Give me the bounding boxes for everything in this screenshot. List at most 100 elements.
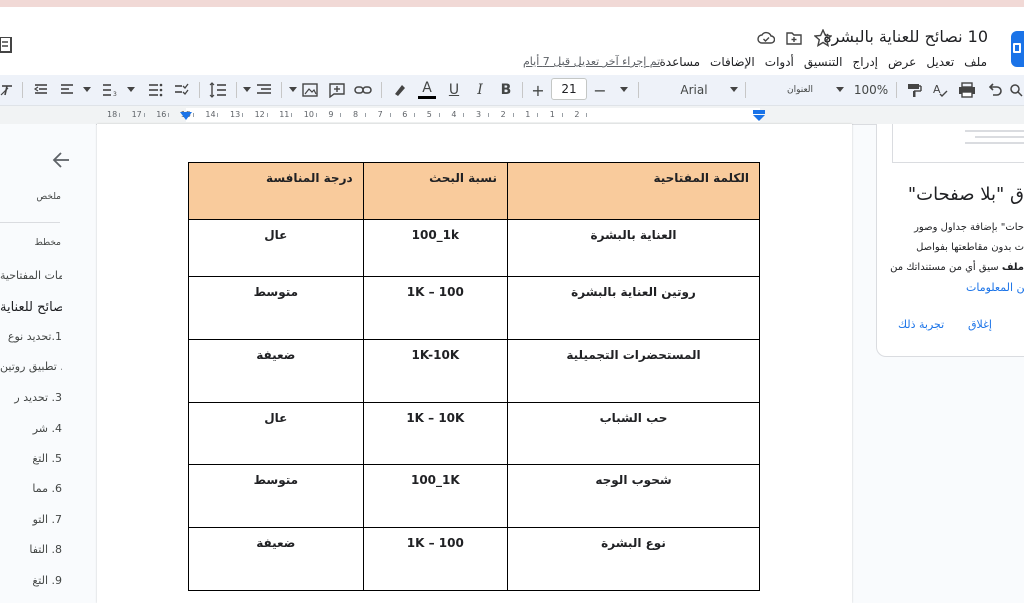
outline-item[interactable]: 5. التغ — [0, 452, 62, 465]
line-spacing-icon[interactable] — [206, 79, 230, 101]
cell-keyword[interactable]: المستحضرات التجميلية — [507, 339, 760, 403]
decrease-font-size-button[interactable]: − — [590, 79, 610, 101]
menu-help[interactable]: مساعدة — [655, 55, 706, 69]
chevron-down-icon[interactable] — [728, 79, 740, 101]
cell-search-volume[interactable]: 1K – 100 — [362, 527, 509, 591]
ruler-tick — [537, 113, 539, 117]
share-button[interactable] — [1011, 31, 1024, 67]
back-arrow-icon[interactable] — [52, 152, 70, 168]
font-family-select[interactable]: Arial — [680, 79, 708, 101]
highlight-color-icon[interactable] — [390, 79, 410, 101]
cell-competition[interactable]: ضعيفة — [188, 527, 364, 591]
search-menus-icon[interactable] — [1008, 79, 1024, 101]
undo-icon[interactable] — [984, 79, 1006, 101]
outline-item[interactable]: 1.تحديد نوع — [0, 330, 62, 343]
cell-search-volume[interactable]: 100_1k — [362, 219, 509, 277]
text-color-button[interactable]: A — [416, 79, 438, 101]
cell-keyword[interactable]: روتين العناية بالبشرة — [507, 276, 760, 340]
menu-extensions[interactable]: الإضافات — [705, 55, 760, 69]
cell-competition[interactable]: متوسط — [188, 276, 364, 340]
chevron-down-icon[interactable] — [288, 79, 298, 101]
add-comment-icon[interactable] — [326, 79, 348, 101]
outline-item[interactable]: 2. تطبيق روتين — [0, 360, 62, 373]
cell-search-volume[interactable]: 1K – 100 — [362, 276, 509, 340]
rtl-direction-icon[interactable] — [30, 79, 52, 101]
left-indent-marker[interactable] — [180, 112, 192, 122]
outline-item[interactable]: الكلمات المفتاحية — [0, 269, 62, 282]
table-row: شحوب الوجه 100_1K متوسط — [188, 464, 760, 528]
cloud-saved-icon[interactable] — [757, 29, 775, 47]
bulleted-list-icon[interactable] — [144, 79, 166, 101]
last-edit-link[interactable]: تم إجراء آخر تعديل قبل 7 أيام — [523, 55, 660, 68]
increase-font-size-button[interactable]: + — [528, 79, 548, 101]
paint-format-icon[interactable] — [904, 79, 924, 101]
insert-link-icon[interactable] — [352, 79, 374, 101]
cell-competition[interactable]: ضعيفة — [188, 339, 364, 403]
menu-view[interactable]: عرض — [883, 55, 921, 69]
toolbar-divider — [381, 82, 382, 98]
numbered-list-icon[interactable]: 3 — [98, 79, 120, 101]
outline-item[interactable]: 6. مما — [0, 482, 62, 495]
header-search-volume[interactable]: نسبة البحث — [362, 162, 509, 220]
ltr-direction-icon[interactable] — [56, 79, 78, 101]
outline-item[interactable]: 9. التغ — [0, 574, 62, 587]
cell-keyword[interactable]: شحوب الوجه — [507, 464, 760, 528]
paragraph-style-select[interactable]: العنوان — [780, 79, 820, 101]
ruler-tick — [365, 113, 366, 117]
italic-button[interactable]: I — [470, 79, 490, 101]
menu-insert[interactable]: إدراج — [847, 55, 883, 69]
cell-keyword[interactable]: نوع البشرة — [507, 527, 760, 591]
ruler-tick — [389, 113, 391, 117]
right-indent-marker[interactable] — [752, 110, 766, 122]
promo-bold-word: ملف — [1001, 262, 1024, 273]
chevron-down-icon[interactable] — [124, 79, 138, 101]
document-page[interactable]: الكلمة المفتاحية نسبة البحث درجة المنافس… — [97, 124, 852, 603]
menu-tools[interactable]: أدوات — [760, 55, 799, 69]
cell-search-volume[interactable]: 100_1K — [362, 464, 509, 528]
outline-item[interactable]: 3. تحديد ر — [0, 391, 62, 404]
cell-competition[interactable]: عال — [188, 219, 364, 277]
bold-button[interactable]: B — [496, 79, 516, 101]
outline-item[interactable]: 10 نصائح للعناية — [0, 300, 62, 315]
chevron-down-icon[interactable] — [80, 79, 94, 101]
outline-item[interactable]: 8. التفا — [0, 543, 62, 556]
ruler-number: 11 — [279, 110, 290, 119]
underline-button[interactable]: U — [444, 79, 464, 101]
menu-format[interactable]: التنسيق — [799, 55, 848, 69]
chevron-down-icon[interactable] — [617, 79, 631, 101]
cell-search-volume[interactable]: 1K – 10K — [362, 402, 509, 465]
spell-check-icon[interactable]: A — [930, 79, 950, 101]
ruler-tick — [192, 113, 194, 117]
chevron-down-icon[interactable] — [242, 79, 252, 101]
promo-text-line: ت بدون مقاطعتها بفواصل — [916, 242, 1024, 253]
print-icon[interactable] — [956, 79, 978, 101]
outline-item[interactable]: 4. شر — [0, 422, 62, 435]
star-icon[interactable] — [814, 29, 832, 47]
move-to-folder-icon[interactable] — [785, 29, 803, 47]
header-competition[interactable]: درجة المنافسة — [188, 162, 364, 220]
zoom-select[interactable]: 100% — [854, 79, 888, 101]
outline-item[interactable]: 7. التو — [0, 513, 62, 526]
clear-formatting-icon[interactable] — [0, 79, 14, 101]
learn-more-link[interactable]: من المعلومات — [966, 281, 1024, 294]
menu-file[interactable]: ملف — [959, 55, 992, 69]
try-it-button[interactable]: تجربة ذلك — [898, 318, 944, 331]
cell-keyword[interactable]: العناية بالبشرة — [507, 219, 760, 277]
ruler-number: 7 — [377, 110, 383, 119]
dismiss-button[interactable]: إغلاق — [968, 318, 992, 331]
ruler-tick — [512, 113, 514, 117]
cell-competition[interactable]: متوسط — [188, 464, 364, 528]
insert-image-icon[interactable] — [300, 79, 320, 101]
cell-search-volume[interactable]: 1K-10K — [362, 339, 509, 403]
keywords-table[interactable]: الكلمة المفتاحية نسبة البحث درجة المنافس… — [188, 162, 760, 591]
docs-logo-icon[interactable] — [0, 37, 12, 53]
cell-competition[interactable]: عال — [188, 402, 364, 465]
font-size-input[interactable]: 21 — [551, 78, 587, 100]
cell-keyword[interactable]: حب الشباب — [507, 402, 760, 465]
chevron-down-icon[interactable] — [834, 79, 846, 101]
checklist-icon[interactable] — [170, 79, 192, 101]
header-keyword[interactable]: الكلمة المفتاحية — [507, 162, 760, 220]
document-title[interactable]: 10 نصائح للعناية بالبشرة — [823, 27, 988, 46]
menu-edit[interactable]: تعديل — [921, 55, 959, 69]
align-right-icon[interactable] — [254, 79, 274, 101]
